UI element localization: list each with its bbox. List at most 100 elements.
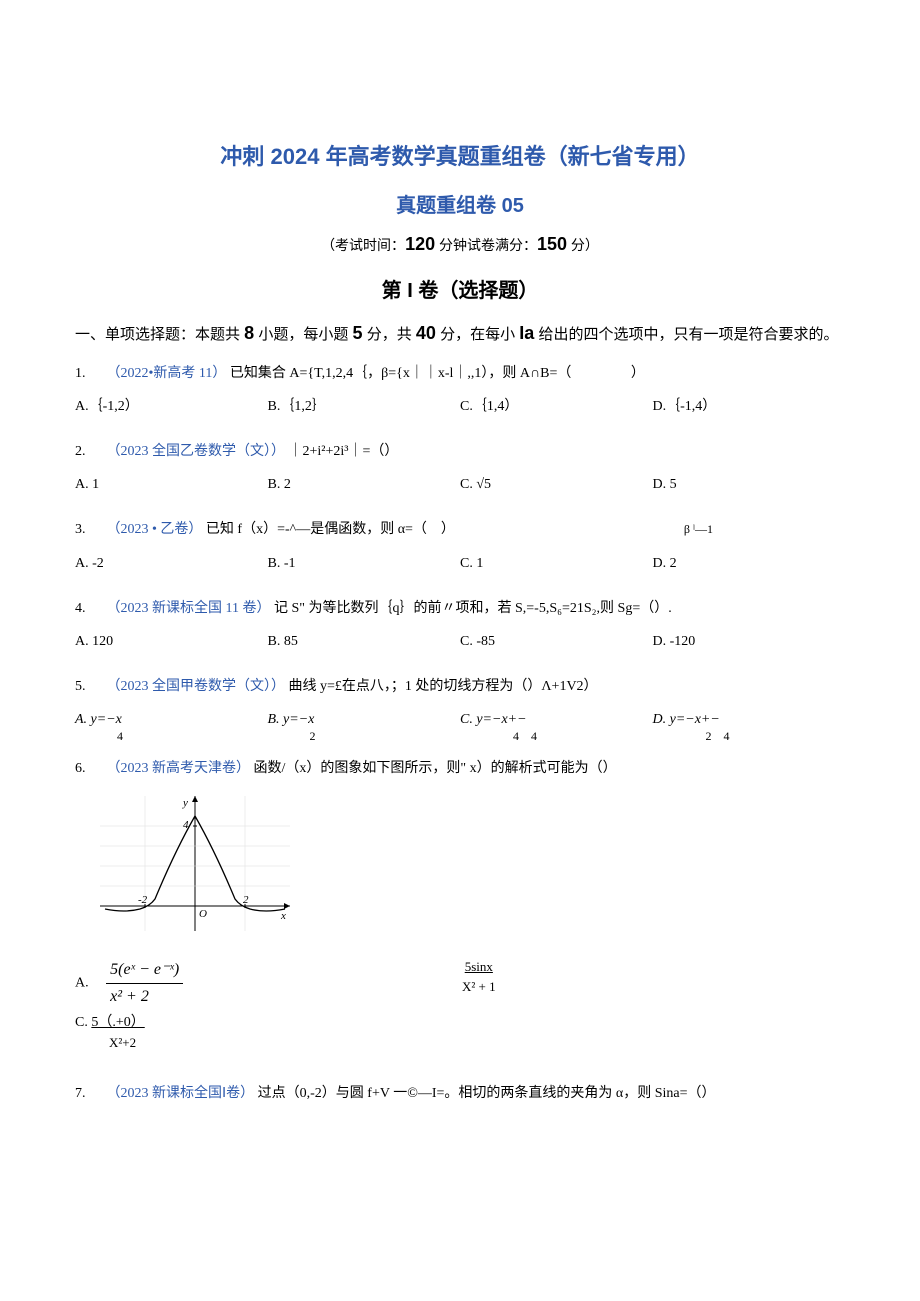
- svg-text:x: x: [280, 910, 286, 922]
- q-blank-paren: ）: [575, 366, 645, 381]
- q-stem-text: ｜2+i²+2i³｜=（）: [289, 444, 399, 459]
- exam-info-mid: 分钟试卷满分：: [435, 237, 537, 253]
- svg-text:y: y: [182, 797, 188, 809]
- option-a: A. -2: [75, 551, 268, 576]
- svg-text:4: 4: [183, 819, 189, 831]
- q-number: 5.: [75, 674, 103, 699]
- q-stem-text: 已知 f（x）=-^—是偶函数，则 α=（ ）: [206, 522, 455, 537]
- svg-text:2: 2: [243, 894, 249, 906]
- exam-info-post: 分）: [567, 237, 599, 253]
- option-c-sub: 4 4: [500, 730, 550, 742]
- q-source: （2023 新高考天津卷）: [107, 761, 251, 776]
- exam-info: （考试时间：120 分钟试卷满分：150 分）: [75, 231, 845, 258]
- option-b: 5sinx X² + 1: [460, 957, 845, 1010]
- q-source: （2023 全国乙卷数学（文））: [107, 444, 286, 459]
- option-a-main: A. y=−x: [75, 712, 122, 727]
- question-2: 2. （2023 全国乙卷数学（文）） ｜2+i²+2i³｜=（） A. 1 B…: [75, 439, 845, 497]
- options: A. y=−x 4 B. y=−x 2 C. y=−x+− 4 4 D. y=−…: [75, 707, 845, 744]
- svg-text:-2: -2: [138, 894, 148, 906]
- instr-text: 小题，每小题: [254, 326, 352, 343]
- option-c-denominator: X²+2: [109, 1033, 845, 1053]
- option-d-sub: 2 4: [693, 730, 743, 742]
- option-a-denominator: x² + 2: [106, 984, 183, 1010]
- q-stem-text: 函数/（x）的图象如下图所示，则" x）的解析式可能为（）: [254, 761, 617, 776]
- question-5: 5. （2023 全国甲卷数学（文）） 曲线 y=£在点八，；1 处的切线方程为…: [75, 674, 845, 744]
- q-number: 2.: [75, 439, 103, 464]
- option-a: A.｛-1,2）: [75, 394, 268, 419]
- instr-text: 分，共: [363, 326, 416, 343]
- option-d: D. 5: [653, 472, 846, 497]
- option-a-numerator: 5(eˣ − e⁻ˣ): [106, 957, 183, 984]
- options: A. -2 B. -1 C. 1 D. 2: [75, 551, 845, 576]
- option-d: D. -120: [653, 629, 846, 654]
- exam-time: 120: [405, 234, 435, 254]
- instr-num: Ia: [519, 323, 534, 343]
- q-source: （2022•新高考 11）: [107, 366, 227, 381]
- main-title: 冲刺 2024 年高考数学真题重组卷（新七省专用）: [75, 140, 845, 173]
- section-title: 第 I 卷（选择题）: [75, 276, 845, 306]
- option-b: B.｛1,2｝: [268, 394, 461, 419]
- q-stem-text: 曲线 y=£在点八，；1 处的切线方程为（）Ʌ+1V2）: [289, 679, 598, 694]
- q-source: （2023 新课标全国 11 卷）: [107, 601, 271, 616]
- function-graph: -2 2 4 O x y: [95, 791, 845, 943]
- exam-info-pre: （考试时间：: [321, 237, 405, 253]
- q-number: 7.: [75, 1081, 103, 1106]
- option-b-sub: 2: [308, 730, 318, 742]
- exam-score: 150: [537, 234, 567, 254]
- options: A. 120 B. 85 C. -85 D. -120: [75, 629, 845, 654]
- q-stem-text: 过点（0,-2）与圆 f+V 一©—I=。相切的两条直线的夹角为 α，则 Sin…: [258, 1086, 716, 1101]
- q-stem-text: 已知集合 A={T,1,2,4｛，β={x｜｜x-l｜,,1），则 A∩B=（: [230, 366, 571, 381]
- question-1: 1. （2022•新高考 11） 已知集合 A={T,1,2,4｛，β={x｜｜…: [75, 361, 845, 419]
- option-b: B. -1: [268, 551, 461, 576]
- option-a: A. y=−x 4: [75, 707, 268, 744]
- q-source: （2023 全国甲卷数学（文））: [107, 679, 286, 694]
- option-d: D. y=−x+− 2 4: [653, 707, 846, 744]
- q-source: （2023 • 乙卷）: [107, 522, 203, 537]
- instr-num: 40: [416, 323, 436, 343]
- option-d: D.｛-1,4）: [653, 394, 846, 419]
- question-4: 4. （2023 新课标全国 11 卷） 记 S" 为等比数列｛q｝的前〃项和，…: [75, 596, 845, 654]
- option-c: C. y=−x+− 4 4: [460, 707, 653, 744]
- q-stem-sub: β ˡ—1: [668, 523, 728, 535]
- instructions: 一、单项选择题：本题共 8 小题，每小题 5 分，共 40 分，在每小 Ia 给…: [75, 320, 845, 347]
- q-number: 4.: [75, 596, 103, 621]
- q-number: 3.: [75, 517, 103, 542]
- option-b: B. y=−x 2: [268, 707, 461, 744]
- option-c: C. 5（.+0） X²+2: [75, 1012, 845, 1053]
- option-c: C. -85: [460, 629, 653, 654]
- q-source: （2023 新课标全国Ⅰ卷）: [107, 1086, 255, 1101]
- question-7: 7. （2023 新课标全国Ⅰ卷） 过点（0,-2）与圆 f+V 一©—I=。相…: [75, 1081, 845, 1106]
- option-a-prefix: A.: [75, 976, 103, 991]
- q-stem-text: 记 S" 为等比数列｛q｝的前〃项和，若 S,=-5,S₆=21S₂,则 Sg=…: [274, 601, 672, 616]
- option-a: A. 1: [75, 472, 268, 497]
- option-b: B. 85: [268, 629, 461, 654]
- question-6: 6. （2023 新高考天津卷） 函数/（x）的图象如下图所示，则" x）的解析…: [75, 756, 845, 1053]
- instr-text: 一、单项选择题：本题共: [75, 326, 244, 343]
- option-d: D. 2: [653, 551, 846, 576]
- options: A.｛-1,2） B.｛1,2｝ C.｛1,4） D.｛-1,4）: [75, 394, 845, 419]
- option-c: C. 1: [460, 551, 653, 576]
- option-b-numerator: 5sinx: [460, 957, 498, 977]
- option-c: C.｛1,4）: [460, 394, 653, 419]
- option-b: B. 2: [268, 472, 461, 497]
- q-number: 6.: [75, 756, 103, 781]
- q-number: 1.: [75, 361, 103, 386]
- svg-text:O: O: [199, 908, 207, 920]
- sub-title: 真题重组卷 05: [75, 191, 845, 221]
- option-c-numerator: 5（.+0）: [91, 1015, 144, 1030]
- instr-text: 给出的四个选项中，只有一项是符合要求的。: [534, 326, 838, 343]
- option-d-main: D. y=−x+−: [653, 712, 720, 727]
- option-a: A. 5(eˣ − e⁻ˣ) x² + 2: [75, 957, 460, 1010]
- option-c-label: C.: [75, 1015, 91, 1030]
- instr-num: 5: [353, 323, 363, 343]
- option-b-main: B. y=−x: [268, 712, 315, 727]
- option-b-denominator: X² + 1: [460, 977, 498, 997]
- instr-num: 8: [244, 323, 254, 343]
- option-c-main: C. y=−x+−: [460, 712, 527, 727]
- question-3: 3. （2023 • 乙卷） 已知 f（x）=-^—是偶函数，则 α=（ ） β…: [75, 517, 845, 575]
- option-a-sub: 4: [115, 730, 125, 742]
- options-row-ab: A. 5(eˣ − e⁻ˣ) x² + 2 5sinx X² + 1: [75, 957, 845, 1010]
- options: A. 1 B. 2 C. √5 D. 5: [75, 472, 845, 497]
- option-a: A. 120: [75, 629, 268, 654]
- option-c: C. √5: [460, 472, 653, 497]
